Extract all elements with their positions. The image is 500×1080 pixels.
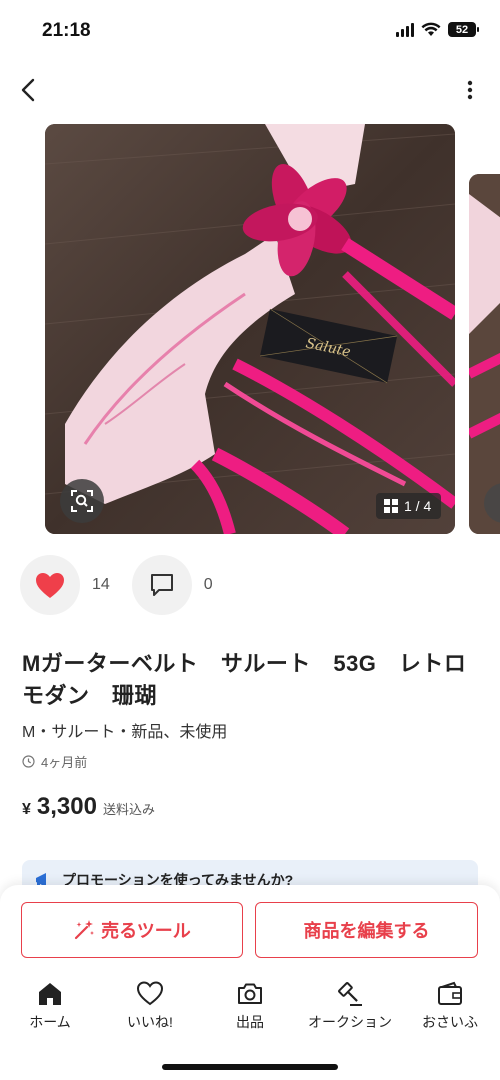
heart-filled-icon xyxy=(36,572,64,598)
posted-time: 4ヶ月前 xyxy=(22,752,87,771)
comment-icon xyxy=(150,574,173,596)
shipping-note: 送料込み xyxy=(102,802,155,817)
comment-count: 0 xyxy=(203,576,213,593)
product-photo[interactable]: Salute xyxy=(45,124,455,534)
tab-likes-label: いいね! xyxy=(127,1014,173,1030)
back-button[interactable] xyxy=(14,74,42,106)
like-count: 14 xyxy=(92,576,110,593)
magic-wand-icon xyxy=(75,920,95,940)
like-button[interactable] xyxy=(20,555,80,615)
tab-wallet[interactable]: おさいふ xyxy=(400,980,500,1040)
product-subtitle: M・サルート・新品、未使用 xyxy=(22,724,228,741)
more-options-button[interactable] xyxy=(460,74,480,106)
home-indicator xyxy=(162,1064,338,1070)
price: ¥ 3,300 送料込み xyxy=(22,793,155,821)
battery-icon: 52 xyxy=(448,22,479,37)
status-bar: 21:18 52 xyxy=(0,0,500,62)
sell-tool-button[interactable]: 売るツール xyxy=(21,902,243,958)
price-value: 3,300 xyxy=(36,793,97,820)
status-time: 21:18 xyxy=(42,20,91,41)
image-page-indicator[interactable]: 1 / 4 xyxy=(376,493,442,519)
scan-search-icon xyxy=(71,490,93,512)
clock-icon xyxy=(22,755,35,768)
wallet-icon xyxy=(438,981,462,1005)
product-title: Mガーターベルト サルート 53G レトロモダン 珊瑚 xyxy=(22,651,467,708)
image-search-button[interactable] xyxy=(60,479,104,523)
camera-icon xyxy=(238,983,262,1004)
signal-icon xyxy=(396,22,414,37)
gavel-icon xyxy=(338,982,362,1006)
tab-auction[interactable]: オークション xyxy=(300,980,400,1040)
grid-icon xyxy=(384,499,398,513)
edit-product-button[interactable]: 商品を編集する xyxy=(255,902,478,958)
image-gallery[interactable]: Salute xyxy=(0,124,500,536)
posted-time-text: 4ヶ月前 xyxy=(41,755,88,770)
chevron-left-icon xyxy=(21,78,35,102)
comment-button[interactable] xyxy=(131,555,192,615)
nav-bar xyxy=(0,70,500,110)
next-product-photo[interactable] xyxy=(469,174,500,534)
sell-tool-label: 売るツール xyxy=(101,921,191,941)
wifi-icon xyxy=(421,22,441,36)
heart-icon xyxy=(136,981,164,1006)
home-icon xyxy=(39,983,61,1005)
edit-product-label: 商品を編集する xyxy=(303,921,430,941)
tab-listing-label: 出品 xyxy=(236,1014,264,1030)
tab-listing[interactable]: 出品 xyxy=(200,980,300,1040)
page-indicator-text: 1 / 4 xyxy=(404,498,432,514)
tab-home[interactable]: ホーム xyxy=(0,980,100,1040)
more-vertical-icon xyxy=(467,80,473,100)
tab-wallet-label: おさいふ xyxy=(422,1014,478,1030)
tab-home-label: ホーム xyxy=(29,1014,71,1030)
tab-likes[interactable]: いいね! xyxy=(100,980,200,1040)
tab-bar: ホーム いいね! 出品 オークション おさいふ xyxy=(0,980,500,1040)
price-symbol: ¥ xyxy=(22,801,31,818)
status-icons: 52 xyxy=(396,22,479,37)
reactions-row: 14 0 xyxy=(20,555,235,615)
tab-auction-label: オークション xyxy=(308,1014,392,1030)
